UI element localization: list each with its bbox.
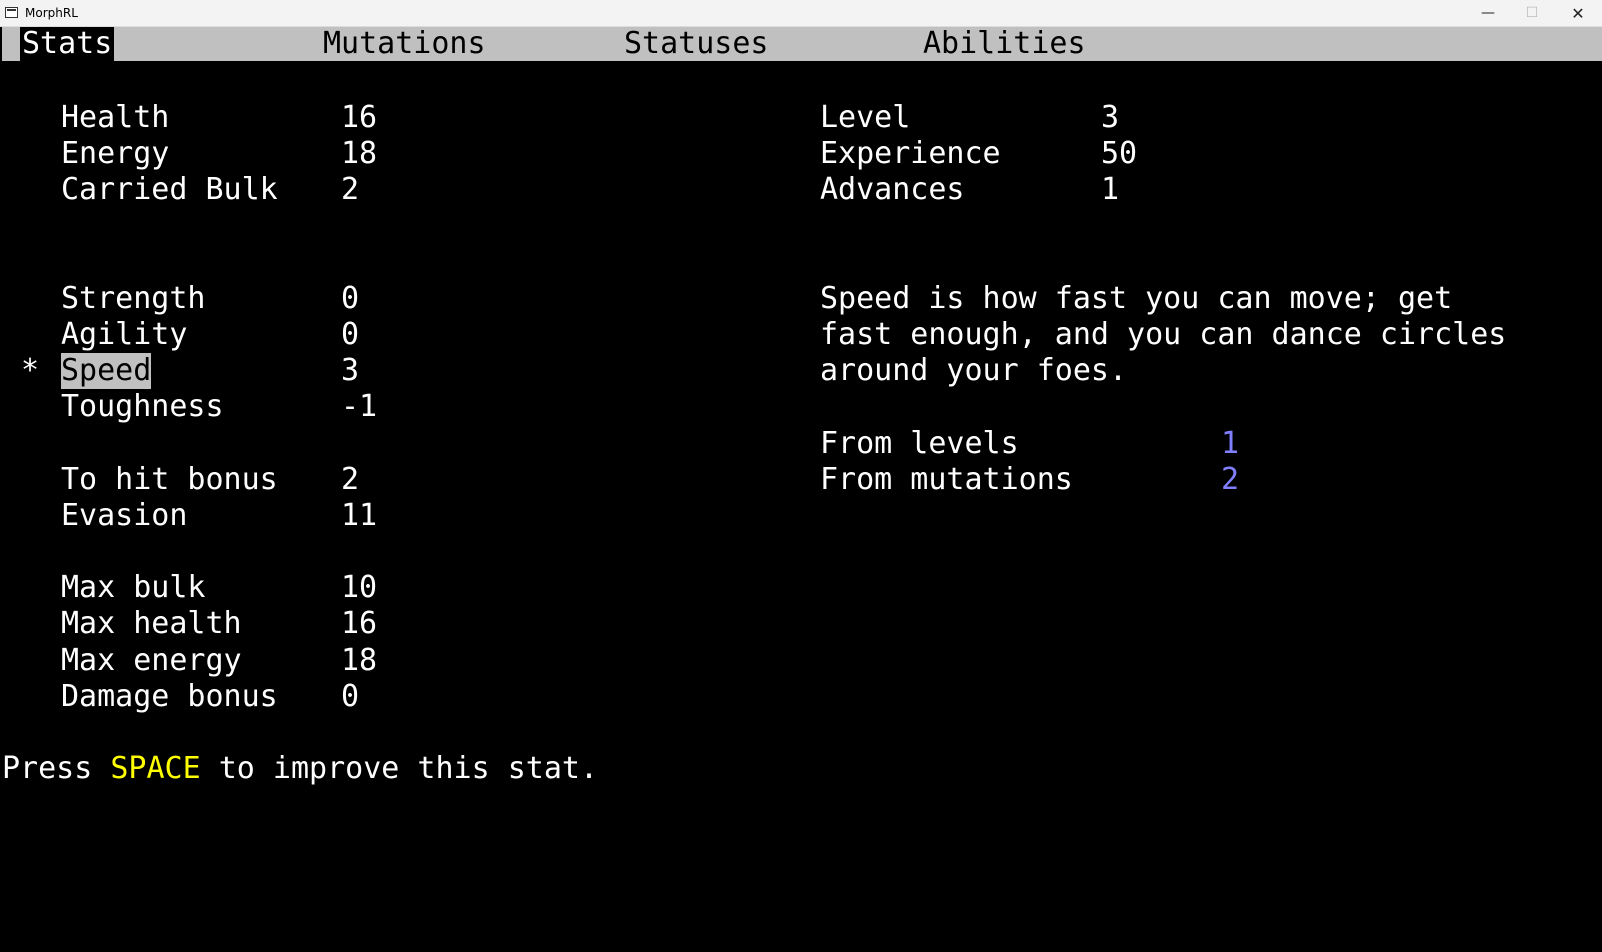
space-key-hint: SPACE — [110, 751, 201, 786]
stat-label-max-energy: Max energy — [61, 643, 242, 678]
stat-value-damage-bonus: 0 — [341, 679, 360, 714]
tab-abilities[interactable]: Abilities — [921, 27, 1088, 61]
maximize-button[interactable]: ☐ — [1509, 0, 1555, 26]
tab-stats[interactable]: Stats — [20, 27, 115, 61]
stat-value-energy: 18 — [341, 136, 378, 171]
progress-value-level: 3 — [1101, 100, 1120, 135]
prompt-text-before: Press — [2, 751, 111, 786]
progress-value-advances: 1 — [1101, 172, 1120, 207]
stat-value-agility: 0 — [341, 317, 360, 352]
tab-bar: Stats Mutations Statuses Abilities — [2, 27, 1602, 61]
close-button[interactable]: ✕ — [1555, 0, 1601, 26]
progress-value-experience: 50 — [1101, 136, 1138, 171]
stat-value-speed: 3 — [341, 353, 360, 388]
breakdown-value-mutations: 2 — [1221, 462, 1240, 497]
window-title: MorphRL — [25, 6, 78, 20]
window-titlebar: MorphRL — ☐ ✕ — [0, 0, 1602, 27]
stat-value-max-bulk: 10 — [341, 570, 378, 605]
stat-label-max-bulk: Max bulk — [61, 570, 206, 605]
stat-description-line: around your foes. — [820, 353, 1128, 388]
stat-description-line: Speed is how fast you can move; get — [820, 281, 1453, 316]
prompt-text-after: to improve this stat. — [200, 751, 599, 786]
stat-value-health: 16 — [341, 100, 378, 135]
stat-label-max-health: Max health — [61, 606, 242, 641]
tab-mutations[interactable]: Mutations — [321, 27, 488, 61]
stat-label-speed-selected[interactable]: Speed — [61, 353, 152, 389]
stat-value-to-hit-bonus: 2 — [341, 462, 360, 497]
terminal-icon — [5, 7, 18, 18]
stat-label-agility[interactable]: Agility — [61, 317, 187, 353]
progress-label-advances: Advances — [820, 172, 965, 207]
stat-label-toughness[interactable]: Toughness — [61, 389, 224, 425]
stat-label-to-hit-bonus: To hit bonus — [61, 462, 278, 497]
stat-label-evasion: Evasion — [61, 498, 188, 533]
breakdown-value-levels: 1 — [1221, 426, 1240, 461]
stat-description-line: fast enough, and you can dance circles — [820, 317, 1507, 352]
improve-prompt: Press SPACE to improve this stat. — [2, 751, 598, 787]
tab-statuses[interactable]: Statuses — [622, 27, 771, 61]
minimize-button[interactable]: — — [1465, 0, 1511, 26]
stat-label-carried-bulk: Carried Bulk — [61, 172, 278, 207]
stat-label-energy: Energy — [61, 136, 170, 171]
selection-marker: * — [21, 353, 40, 388]
stat-value-carried-bulk: 2 — [341, 172, 360, 207]
stat-value-max-energy: 18 — [341, 643, 378, 678]
stat-value-max-health: 16 — [341, 606, 378, 641]
breakdown-label-levels: From levels — [820, 426, 1019, 461]
stat-value-strength: 0 — [341, 281, 360, 316]
stat-value-evasion: 11 — [341, 498, 378, 533]
progress-label-level: Level — [820, 100, 911, 135]
stat-label-strength[interactable]: Strength — [61, 281, 206, 317]
stat-label-damage-bonus: Damage bonus — [61, 679, 278, 714]
stat-label-health: Health — [61, 100, 170, 135]
progress-label-experience: Experience — [820, 136, 1001, 171]
stat-value-toughness: -1 — [341, 389, 378, 424]
breakdown-label-mutations: From mutations — [820, 462, 1073, 497]
